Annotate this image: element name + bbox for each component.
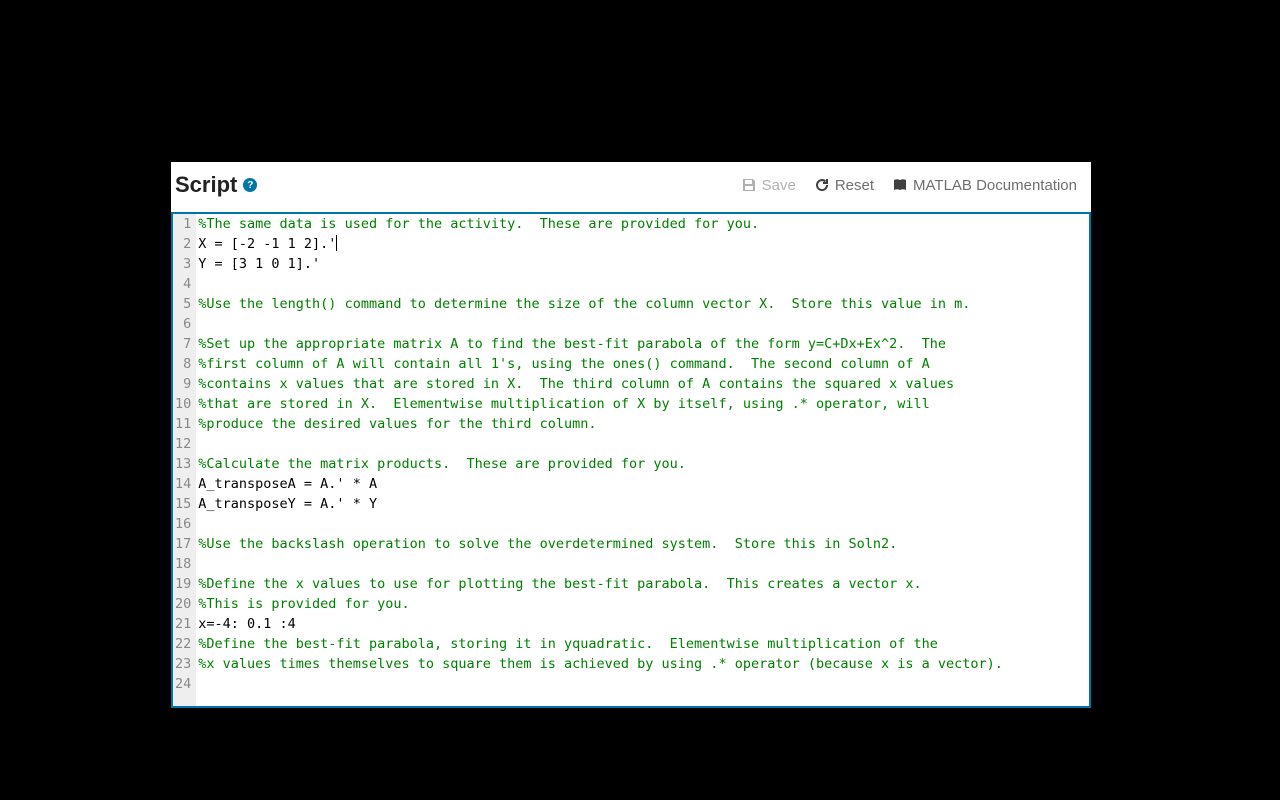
code-line[interactable]: %The same data is used for the activity.…: [198, 214, 1089, 234]
code-line[interactable]: [198, 514, 1089, 534]
line-number: 16: [175, 514, 191, 534]
line-gutter: 123456789101112131415161718192021222324: [173, 214, 196, 706]
line-number: 13: [175, 454, 191, 474]
code-line[interactable]: X = [-2 -1 1 2].': [198, 234, 1089, 254]
code-line[interactable]: [198, 674, 1089, 694]
line-number: 2: [175, 234, 191, 254]
code-line[interactable]: x=-4: 0.1 :4: [198, 614, 1089, 634]
code-line[interactable]: A_transposeA = A.' * A: [198, 474, 1089, 494]
line-number: 6: [175, 314, 191, 334]
code-line[interactable]: [198, 434, 1089, 454]
code-editor[interactable]: 123456789101112131415161718192021222324 …: [171, 212, 1091, 708]
code-line[interactable]: A_transposeY = A.' * Y: [198, 494, 1089, 514]
code-line[interactable]: [198, 554, 1089, 574]
reset-label: Reset: [835, 177, 874, 194]
code-line[interactable]: %x values times themselves to square the…: [198, 654, 1089, 674]
docs-label: MATLAB Documentation: [913, 177, 1077, 194]
line-number: 23: [175, 654, 191, 674]
code-line[interactable]: %Define the x values to use for plotting…: [198, 574, 1089, 594]
line-number: 1: [175, 214, 191, 234]
line-number: 10: [175, 394, 191, 414]
line-number: 21: [175, 614, 191, 634]
code-line[interactable]: %Use the backslash operation to solve th…: [198, 534, 1089, 554]
save-button[interactable]: Save: [741, 177, 796, 194]
line-number: 11: [175, 414, 191, 434]
code-line[interactable]: %Use the length() command to determine t…: [198, 294, 1089, 314]
code-line[interactable]: %that are stored in X. Elementwise multi…: [198, 394, 1089, 414]
line-number: 5: [175, 294, 191, 314]
reset-icon: [814, 177, 830, 193]
code-line[interactable]: %Calculate the matrix products. These ar…: [198, 454, 1089, 474]
line-number: 9: [175, 374, 191, 394]
line-number: 15: [175, 494, 191, 514]
line-number: 24: [175, 674, 191, 694]
code-line[interactable]: [198, 314, 1089, 334]
panel-title: Script: [175, 172, 237, 198]
save-icon: [741, 177, 757, 193]
script-panel: Script ? Save Reset MATLAB Documentati: [171, 162, 1091, 708]
line-number: 7: [175, 334, 191, 354]
code-line[interactable]: %produce the desired values for the thir…: [198, 414, 1089, 434]
line-number: 8: [175, 354, 191, 374]
line-number: 20: [175, 594, 191, 614]
docs-button[interactable]: MATLAB Documentation: [892, 177, 1077, 194]
reset-button[interactable]: Reset: [814, 177, 874, 194]
line-number: 17: [175, 534, 191, 554]
code-line[interactable]: [198, 274, 1089, 294]
code-line[interactable]: %Define the best-fit parabola, storing i…: [198, 634, 1089, 654]
text-cursor: [336, 235, 337, 251]
line-number: 18: [175, 554, 191, 574]
line-number: 4: [175, 274, 191, 294]
code-line[interactable]: %This is provided for you.: [198, 594, 1089, 614]
line-number: 14: [175, 474, 191, 494]
save-label: Save: [762, 177, 796, 194]
code-line[interactable]: %Set up the appropriate matrix A to find…: [198, 334, 1089, 354]
title-group: Script ?: [175, 172, 257, 198]
code-line[interactable]: Y = [3 1 0 1].': [198, 254, 1089, 274]
line-number: 19: [175, 574, 191, 594]
code-line[interactable]: %contains x values that are stored in X.…: [198, 374, 1089, 394]
code-area[interactable]: %The same data is used for the activity.…: [196, 214, 1089, 706]
help-icon[interactable]: ?: [243, 178, 257, 192]
toolbar: Save Reset MATLAB Documentation: [741, 177, 1077, 194]
panel-header: Script ? Save Reset MATLAB Documentati: [171, 162, 1091, 212]
line-number: 3: [175, 254, 191, 274]
line-number: 22: [175, 634, 191, 654]
code-line[interactable]: %first column of A will contain all 1's,…: [198, 354, 1089, 374]
book-icon: [892, 177, 908, 193]
line-number: 12: [175, 434, 191, 454]
